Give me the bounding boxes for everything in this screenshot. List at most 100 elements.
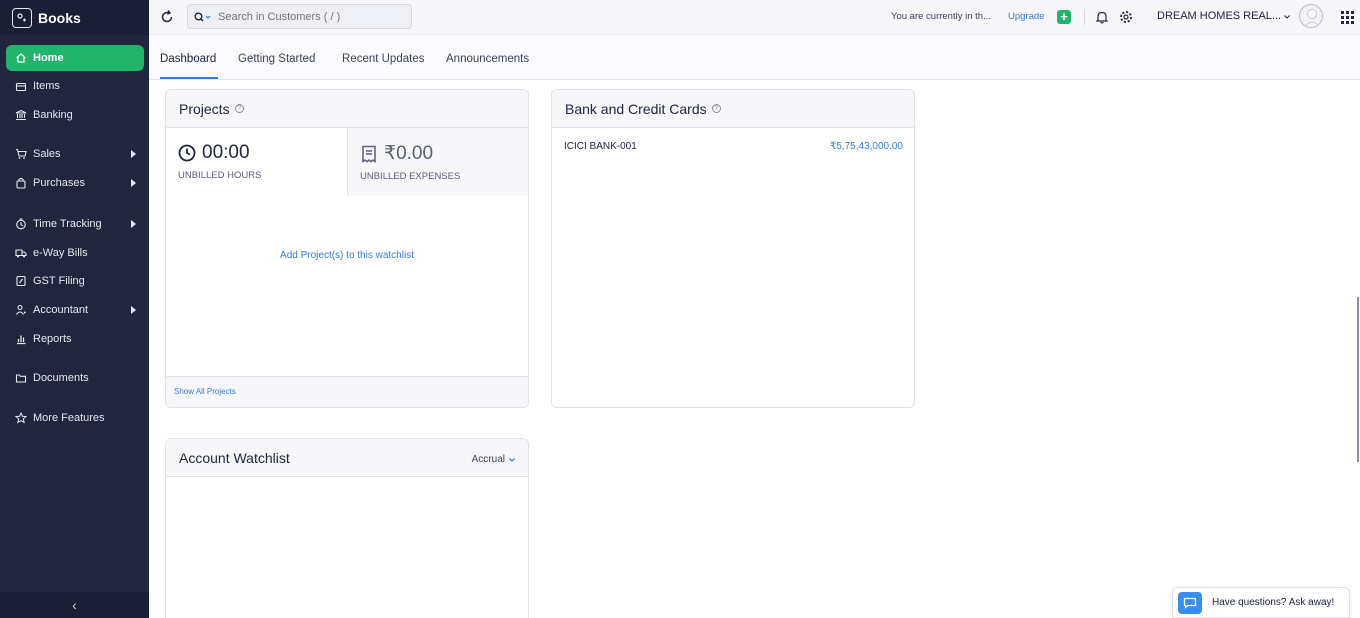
scrollbar[interactable]	[1357, 297, 1359, 462]
sidebar-item-home[interactable]: Home	[6, 45, 144, 71]
help-icon[interactable]: ?	[234, 104, 244, 113]
sidebar-item-reports[interactable]: Reports	[6, 326, 144, 352]
sidebar-item-label: Reports	[33, 333, 72, 345]
sidebar-item-label: Purchases	[33, 177, 85, 189]
active-tab-indicator	[160, 77, 218, 79]
person-icon	[14, 303, 28, 317]
sidebar-item-banking[interactable]: Banking	[6, 102, 144, 128]
projects-stats: 00:00 UNBILLED HOURS ₹0.00 UNBILLED EXPE…	[166, 128, 528, 196]
organization-switcher[interactable]: DREAM HOMES REAL...	[1157, 10, 1290, 22]
top-bar: You are currently in th... Upgrade + DRE…	[149, 0, 1360, 35]
sidebar-item-eway-bills[interactable]: e-Way Bills	[6, 240, 144, 266]
submenu-arrow-icon	[131, 150, 136, 158]
cart-icon	[14, 147, 28, 161]
app-grid-icon[interactable]	[1341, 11, 1354, 24]
unbilled-expenses-label: UNBILLED EXPENSES	[360, 171, 461, 182]
submenu-arrow-icon	[131, 220, 136, 228]
sidebar-item-label: Banking	[33, 109, 73, 121]
sidebar-item-label: GST Filing	[33, 275, 85, 287]
search-bar[interactable]	[187, 4, 412, 29]
projects-footer: Show All Projects	[166, 376, 528, 407]
bank-icon	[14, 108, 28, 122]
watchlist-title: Account Watchlist	[179, 449, 290, 466]
search-input[interactable]	[218, 10, 403, 23]
sidebar-item-label: Sales	[33, 148, 61, 160]
bar-chart-icon	[14, 332, 28, 346]
chevron-down-icon	[1284, 15, 1290, 19]
sidebar-item-label: e-Way Bills	[33, 247, 88, 259]
tab-getting-started[interactable]: Getting Started	[238, 53, 315, 65]
folder-icon	[14, 371, 28, 385]
dashboard-tabs: Dashboard Getting Started Recent Updates…	[149, 35, 1360, 80]
clock-icon	[14, 217, 28, 231]
home-icon	[14, 51, 28, 65]
bell-icon[interactable]	[1095, 10, 1109, 24]
tab-dashboard[interactable]: Dashboard	[160, 53, 216, 65]
avatar[interactable]	[1299, 4, 1323, 28]
sidebar-item-label: Accountant	[33, 304, 89, 316]
bank-credit-cards-widget: Bank and Credit Cards ? ICICI BANK-001 ₹…	[551, 89, 915, 408]
bank-account-row[interactable]: ICICI BANK-001 ₹5,75,43,000.00	[552, 128, 914, 152]
account-watchlist-widget: Account Watchlist Accrual	[165, 438, 529, 618]
sidebar-item-more-features[interactable]: More Features	[6, 405, 144, 431]
tab-recent-updates[interactable]: Recent Updates	[342, 53, 424, 65]
upgrade-link[interactable]: Upgrade	[1008, 11, 1044, 22]
organization-name: DREAM HOMES REAL...	[1157, 10, 1282, 22]
bank-title: Bank and Credit Cards	[565, 100, 707, 117]
search-icon[interactable]	[188, 12, 218, 22]
help-icon[interactable]: ?	[711, 104, 721, 113]
sidebar-item-items[interactable]: Items	[6, 73, 144, 99]
truck-icon	[14, 246, 28, 260]
app-name: Books	[38, 9, 81, 26]
show-all-projects-link[interactable]: Show All Projects	[174, 387, 236, 396]
unbilled-hours-tile[interactable]: 00:00 UNBILLED HOURS	[166, 128, 347, 196]
help-chat-widget[interactable]: Have questions? Ask away!	[1172, 587, 1350, 618]
accounting-basis-value: Accrual	[471, 454, 505, 465]
brand[interactable]: Books	[0, 0, 149, 35]
sidebar-item-label: More Features	[33, 412, 105, 424]
sidebar-item-label: Documents	[33, 372, 89, 384]
projects-widget: Projects ? 00:00 UNBILLED HOURS ₹0.00 UN…	[165, 89, 529, 408]
add-projects-link[interactable]: Add Project(s) to this watchlist	[166, 250, 528, 261]
unbilled-expenses-value: ₹0.00	[384, 143, 434, 164]
tab-announcements[interactable]: Announcements	[446, 53, 529, 65]
sidebar-item-accountant[interactable]: Accountant	[6, 297, 144, 323]
books-logo-icon	[12, 7, 32, 28]
sidebar-item-gst-filing[interactable]: GST Filing	[6, 268, 144, 294]
refresh-icon[interactable]	[159, 9, 175, 25]
chevron-down-icon	[509, 457, 515, 462]
trial-status-text: You are currently in th...	[891, 11, 991, 22]
sidebar: Books Home Items Banking Sales Purchases…	[0, 0, 149, 618]
bank-account-name: ICICI BANK-001	[564, 141, 637, 152]
sidebar-item-purchases[interactable]: Purchases	[6, 170, 144, 196]
sidebar-item-label: Home	[33, 52, 64, 64]
sidebar-item-sales[interactable]: Sales	[6, 141, 144, 167]
accounting-basis-dropdown[interactable]: Accrual	[472, 454, 516, 465]
help-chat-text: Have questions? Ask away!	[1212, 597, 1335, 608]
star-icon	[14, 411, 28, 425]
sidebar-item-label: Time Tracking	[33, 218, 102, 230]
chat-icon	[1178, 591, 1202, 614]
gear-icon[interactable]	[1119, 10, 1133, 24]
document-icon	[14, 274, 28, 288]
sidebar-item-time-tracking[interactable]: Time Tracking	[6, 211, 144, 237]
receipt-icon	[360, 145, 378, 163]
projects-title: Projects	[179, 100, 230, 117]
quick-create-button[interactable]: +	[1057, 10, 1071, 24]
submenu-arrow-icon	[131, 179, 136, 187]
unbilled-hours-label: UNBILLED HOURS	[178, 170, 262, 181]
chevron-left-icon: ‹	[72, 597, 77, 613]
collapse-sidebar-button[interactable]: ‹	[0, 592, 149, 618]
clock-icon	[178, 144, 196, 162]
items-icon	[14, 79, 28, 93]
unbilled-expenses-tile[interactable]: ₹0.00 UNBILLED EXPENSES	[347, 128, 528, 196]
bank-account-balance[interactable]: ₹5,75,43,000.00	[830, 141, 903, 152]
bag-icon	[14, 176, 28, 190]
sidebar-item-label: Items	[33, 80, 60, 92]
sidebar-item-documents[interactable]: Documents	[6, 365, 144, 391]
projects-header: Projects ?	[166, 90, 528, 128]
unbilled-hours-value: 00:00	[202, 142, 250, 163]
divider	[1084, 9, 1085, 25]
submenu-arrow-icon	[131, 306, 136, 314]
bank-header: Bank and Credit Cards ?	[552, 90, 914, 128]
